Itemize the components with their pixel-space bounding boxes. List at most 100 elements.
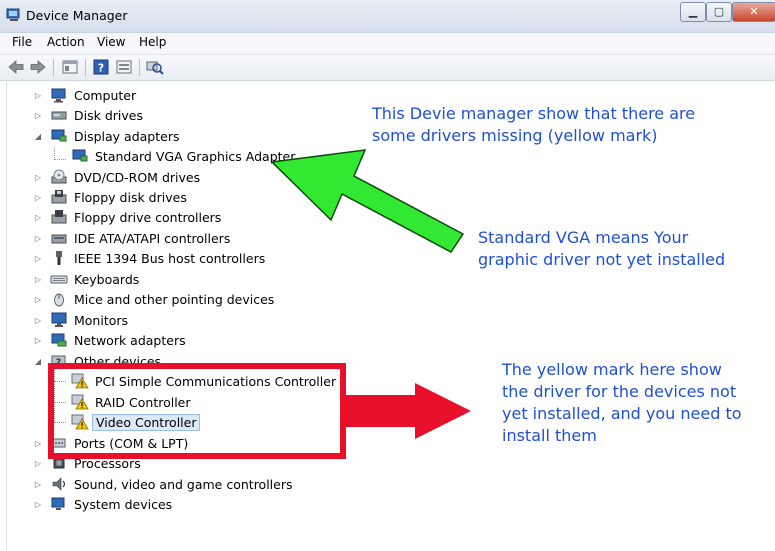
expand-arrow-icon[interactable]: ▷ <box>34 316 42 326</box>
monitor-icon <box>51 312 67 327</box>
tree-item-ide-controllers[interactable]: ▷ IDE ATA/ATAPI controllers <box>7 229 337 249</box>
usb-plug-icon <box>56 251 62 265</box>
tree-item-label: Floppy disk drives <box>74 190 187 205</box>
annotation-line: yet installed, and you need to <box>502 404 742 423</box>
annotation-line: install them <box>502 426 597 445</box>
tree-item-other-devices[interactable]: ◢ ? Other devices <box>7 352 337 372</box>
device-tree: ▷ Computer ▷ Disk drives ◢ Display adapt… <box>6 82 775 551</box>
system-device-icon <box>51 497 65 510</box>
tree-item-video-controller[interactable]: Video Controller <box>7 413 337 433</box>
keyboard-icon <box>50 275 68 284</box>
expand-arrow-icon[interactable]: ▷ <box>34 111 42 121</box>
expand-arrow-icon[interactable]: ▷ <box>34 275 42 285</box>
menu-file[interactable]: File <box>12 35 32 49</box>
tree-item-label: DVD/CD-ROM drives <box>74 170 201 185</box>
menu-view[interactable]: View <box>97 35 125 49</box>
tree-item-label: Disk drives <box>74 108 143 123</box>
display-adapter-icon <box>72 149 88 162</box>
tree-item-monitors[interactable]: ▷ Monitors <box>7 311 337 331</box>
tree-item-dvd-cd-rom[interactable]: ▷ DVD/CD-ROM drives <box>7 168 337 188</box>
floppy-controller-icon <box>51 210 67 224</box>
maximize-button[interactable]: ▢ <box>706 2 732 22</box>
tree-item-processors[interactable]: ▷ Processors <box>7 454 337 474</box>
forward-arrow-icon[interactable] <box>28 58 48 76</box>
tree-item-label: Keyboards <box>74 272 140 287</box>
expand-arrow-icon[interactable]: ▷ <box>34 500 42 510</box>
close-button[interactable]: ✕ <box>732 2 775 22</box>
processor-icon <box>53 457 65 469</box>
annotation-line: The yellow mark here show <box>502 360 722 379</box>
expand-arrow-icon[interactable]: ▷ <box>34 439 42 449</box>
tree-item-display-adapters[interactable]: ◢ Display adapters <box>7 127 337 147</box>
expand-arrow-icon[interactable]: ▷ <box>34 213 42 223</box>
warning-device-icon <box>71 373 89 389</box>
tree-item-label: IEEE 1394 Bus host controllers <box>74 251 266 266</box>
tree-item-computer[interactable]: ▷ Computer <box>7 86 337 106</box>
tree-item-ports[interactable]: ▷ Ports (COM & LPT) <box>7 434 337 454</box>
tree-item-floppy-disk-drives[interactable]: ▷ Floppy disk drives <box>7 188 337 208</box>
tree-item-standard-vga[interactable]: Standard VGA Graphics Adapter <box>7 147 337 167</box>
tree-item-label: PCI Simple Communications Controller <box>95 374 337 389</box>
tree-item-label: Network adapters <box>74 333 186 348</box>
tree-item-sound-video-game[interactable]: ▷ Sound, video and game controllers <box>7 475 337 495</box>
tree-item-mice[interactable]: ▷ Mice and other pointing devices <box>7 290 337 310</box>
tree-item-label: Processors <box>74 456 141 471</box>
port-icon <box>52 438 66 448</box>
back-arrow-icon[interactable] <box>6 58 26 76</box>
expand-arrow-icon[interactable]: ▷ <box>34 234 42 244</box>
annotation-line: graphic driver not yet installed <box>478 250 726 269</box>
expand-arrow-icon[interactable]: ▷ <box>34 480 42 490</box>
minimize-button[interactable]: ▁ <box>680 2 706 22</box>
tree-item-keyboards[interactable]: ▷ Keyboards <box>7 270 337 290</box>
menu-action[interactable]: Action <box>47 35 85 49</box>
annotation-missing-drivers: This Devie manager show that there are s… <box>372 103 695 147</box>
tree-item-label: RAID Controller <box>95 395 191 410</box>
help-icon[interactable]: ? <box>91 58 111 76</box>
tree-item-label: System devices <box>74 497 173 512</box>
tree-item-label: Sound, video and game controllers <box>74 477 293 492</box>
toolbar: ? <box>0 55 775 81</box>
tree-item-label: Other devices <box>74 354 162 369</box>
expand-arrow-icon[interactable]: ▷ <box>34 459 42 469</box>
view-icon[interactable] <box>114 58 134 76</box>
tree-item-ieee-1394[interactable]: ▷ IEEE 1394 Bus host controllers <box>7 249 337 269</box>
floppy-drive-icon <box>51 190 67 204</box>
collapse-arrow-icon[interactable]: ◢ <box>34 357 42 367</box>
tree-item-pci-simple-communications[interactable]: PCI Simple Communications Controller <box>7 372 337 392</box>
expand-arrow-icon[interactable]: ▷ <box>34 254 42 264</box>
disk-drive-icon <box>51 111 67 120</box>
collapse-arrow-icon[interactable]: ◢ <box>34 132 42 142</box>
tree-item-label: Video Controller <box>92 414 201 431</box>
expand-arrow-icon[interactable]: ▷ <box>34 336 42 346</box>
display-adapter-icon <box>51 129 67 142</box>
tree-item-floppy-drive-controllers[interactable]: ▷ Floppy drive controllers <box>7 208 337 228</box>
tree-item-disk-drives[interactable]: ▷ Disk drives <box>7 106 337 126</box>
tree-item-raid-controller[interactable]: RAID Controller <box>7 393 337 413</box>
toolbar-separator <box>139 59 140 76</box>
tree-item-label: Mice and other pointing devices <box>74 292 275 307</box>
svg-text:?: ? <box>56 358 61 368</box>
ide-controller-icon <box>51 234 67 244</box>
expand-arrow-icon[interactable]: ▷ <box>34 173 42 183</box>
properties-window-icon[interactable] <box>60 58 80 76</box>
expand-arrow-icon[interactable]: ▷ <box>34 295 42 305</box>
mouse-icon <box>54 293 64 307</box>
annotation-line: This Devie manager show that there are <box>372 104 696 123</box>
other-devices-icon: ? <box>51 355 66 368</box>
annotation-yellow-mark: The yellow mark here show the driver for… <box>502 359 742 447</box>
tree-item-network-adapters[interactable]: ▷ Network adapters <box>7 331 337 351</box>
annotation-line: the driver for the devices not <box>502 382 737 401</box>
scan-hardware-icon[interactable] <box>145 58 165 76</box>
menu-help[interactable]: Help <box>139 35 166 49</box>
title-bar[interactable]: Device Manager ▁ ▢ ✕ <box>0 0 775 33</box>
annotation-line: Standard VGA means Your <box>478 228 689 247</box>
tree-item-label: IDE ATA/ATAPI controllers <box>74 231 231 246</box>
dvd-drive-icon <box>51 169 67 184</box>
window-title: Device Manager <box>26 8 128 23</box>
svg-text:?: ? <box>98 62 104 75</box>
tree-item-system-devices[interactable]: ▷ System devices <box>7 495 337 515</box>
expand-arrow-icon[interactable]: ▷ <box>34 91 42 101</box>
expand-arrow-icon[interactable]: ▷ <box>34 193 42 203</box>
tree-item-label: Display adapters <box>74 129 180 144</box>
tree-item-label: Computer <box>74 88 137 103</box>
